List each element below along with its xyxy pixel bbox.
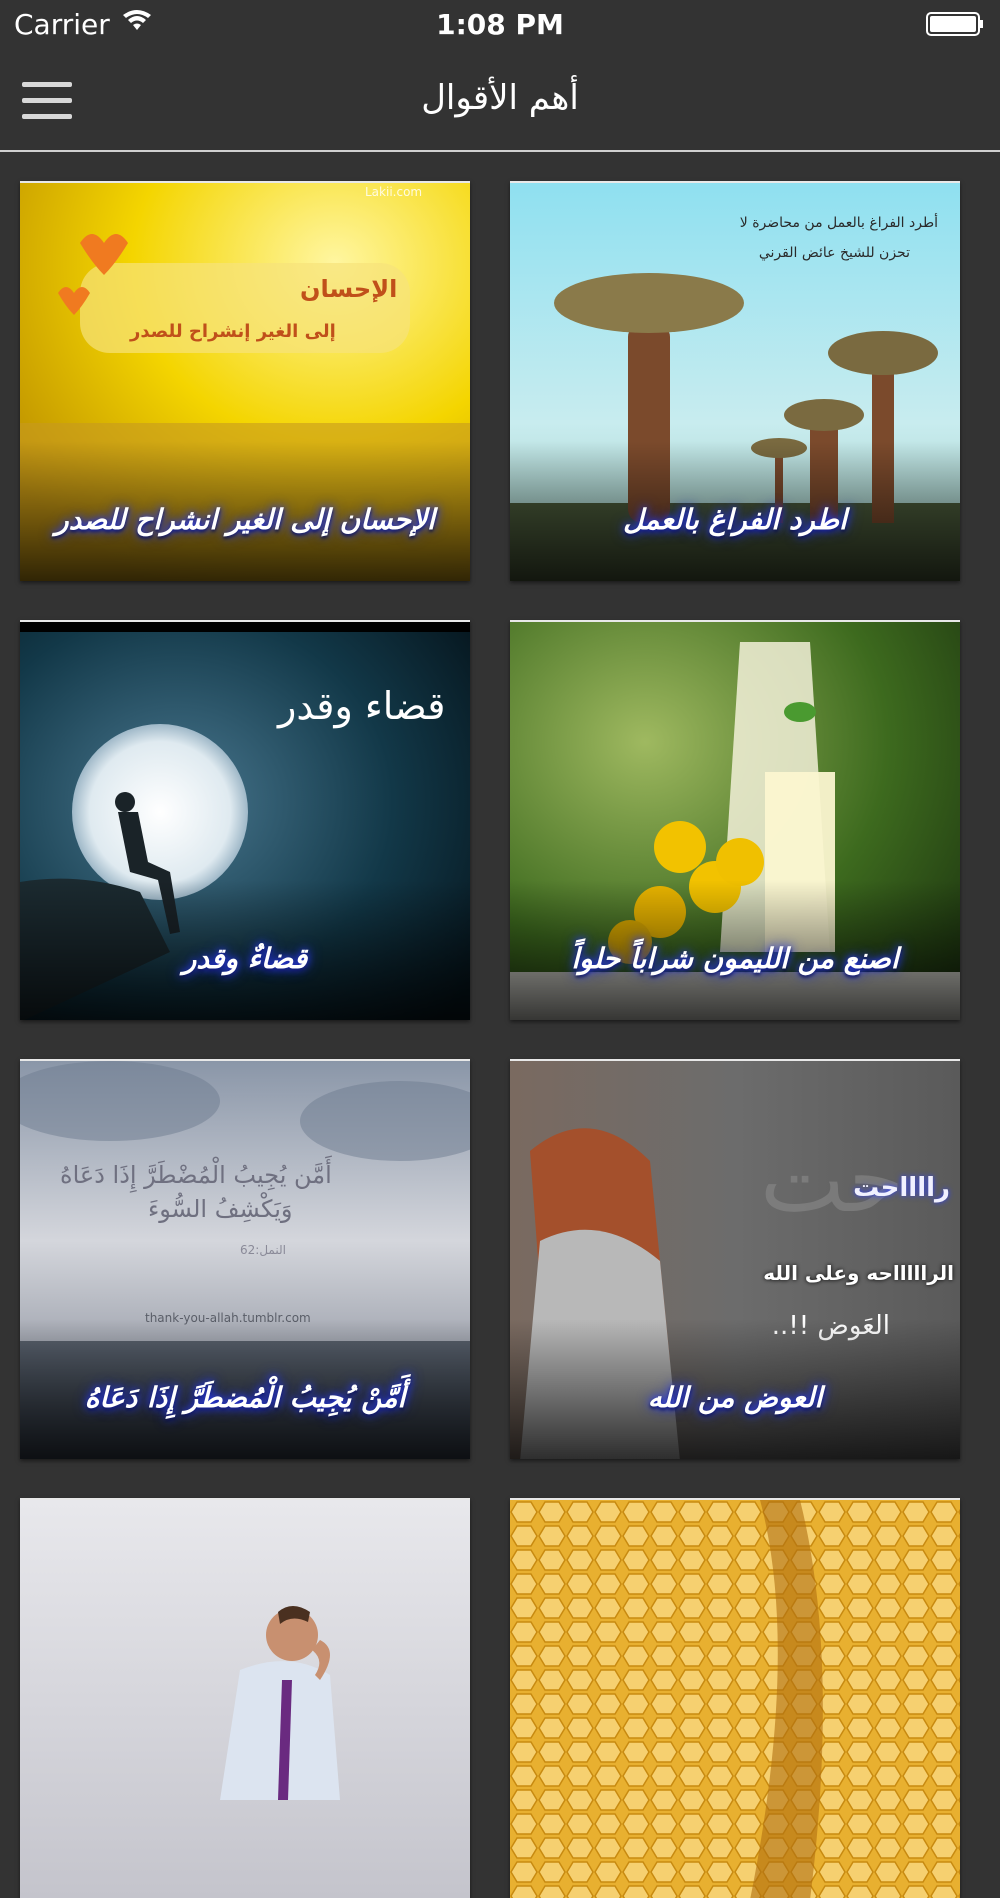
quote-card[interactable]: الإحسان إلى الغير إنشراح للصدر Lakii.com…	[20, 181, 470, 581]
card-image-text: إلى الغير إنشراح للصدر	[130, 321, 336, 342]
card-image-text: أَمَّن يُجِيبُ الْمُضْطَرَّ إِذَا دَعَاه…	[60, 1161, 332, 1189]
card-image	[510, 1500, 960, 1898]
card-image-text: أطرد الفراغ بالعمل من محاضرة لا	[739, 215, 938, 231]
watermark: Lakii.com	[365, 185, 423, 199]
card-image-text: قضاء وقدر	[278, 684, 446, 728]
card-caption: العوض من الله	[647, 1381, 823, 1414]
card-image-text: وَيَكْشِفُ السُّوءَ	[148, 1195, 293, 1223]
card-caption: اصنع من الليمون شراباً حلواً	[571, 942, 899, 975]
card-image	[20, 1500, 470, 1898]
card-caption: أَمَّنْ يُجِيبُ الْمُضطَرَّ إِذَا دَعَاه…	[84, 1381, 406, 1414]
card-image-text: النمل:62	[240, 1243, 286, 1257]
page-title: أهم الأقوال	[421, 78, 579, 118]
card-caption: قضاءٌ وقدر	[182, 942, 308, 975]
quote-card[interactable]: قضاء وقدر قضاءٌ وقدر	[20, 620, 470, 1020]
quote-card[interactable]	[20, 1498, 470, 1898]
quote-card[interactable]: أطرد الفراغ بالعمل من محاضرة لا تحزن للش…	[510, 181, 960, 581]
card-image-text: رااااحت	[853, 1173, 950, 1203]
card-caption: الإحسان إلى الغير انشراح للصدر	[55, 503, 435, 536]
card-image-text: الراااااحه وعلى الله	[763, 1261, 954, 1285]
navigation-bar: أهم الأقوال	[0, 50, 1000, 152]
quote-card[interactable]: أَمَّن يُجِيبُ الْمُضْطَرَّ إِذَا دَعَاه…	[20, 1059, 470, 1459]
battery-icon	[926, 12, 983, 36]
card-caption: اطرد الفراغ بالعمل	[623, 503, 847, 536]
card-image-text: تحزن للشيخ عائض القرني	[758, 245, 910, 261]
quote-card[interactable]: اصنع من الليمون شراباً حلواً	[510, 620, 960, 1020]
quote-card[interactable]: حت رااااحت الراااااحه وعلى الله العَوض !…	[510, 1059, 960, 1459]
status-bar: Carrier 1:08 PM	[0, 0, 1000, 50]
card-image-text: الإحسان	[300, 275, 398, 303]
clock: 1:08 PM	[436, 8, 564, 41]
quote-card[interactable]	[510, 1498, 960, 1898]
